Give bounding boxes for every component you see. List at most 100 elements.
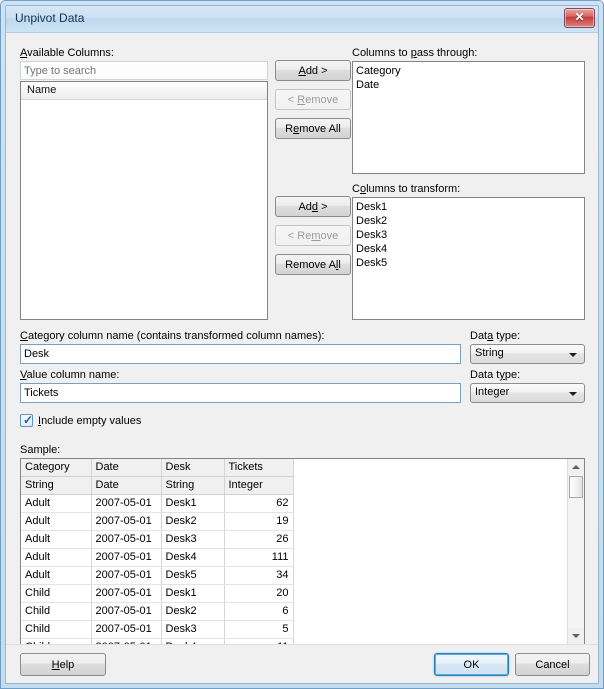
close-button[interactable]: ✕ [564,8,595,28]
table-cell: 5 [224,620,294,639]
table-row[interactable]: Child 2007-05-01 Desk1 20 [21,584,294,603]
window-title: Unpivot Data [15,11,85,25]
table-row[interactable]: Adult 2007-05-01 Desk1 62 [21,494,294,513]
remove-transform-button[interactable]: < Remove [275,225,351,246]
table-cell: 26 [224,530,294,549]
table-cell: Desk4 [161,548,225,567]
dialog-window: Unpivot Data ✕ Available Columns: Name A… [0,0,604,689]
category-datatype-label: Data type: [470,330,521,342]
available-columns-column-header: Name [21,82,267,100]
table-cell: Category [21,459,92,477]
list-item[interactable]: Desk2 [353,214,584,228]
value-datatype-value: Integer [475,386,510,398]
sample-table-body: Category Date Desk Tickets String Date String I… [21,459,294,644]
transform-list[interactable]: Desk1 Desk2 Desk3 Desk4 Desk5 [352,197,585,320]
transform-label: Columns to transform: [352,183,461,195]
table-cell: Adult [21,530,92,549]
table-cell: Desk1 [161,494,225,513]
table-cell: Date [91,476,162,495]
scroll-thumb[interactable] [569,476,583,498]
remove-pass-through-label: < Remove [287,93,339,106]
category-datatype-value: String [475,347,504,359]
available-columns-list[interactable]: Name [20,81,268,320]
table-cell: Adult [21,548,92,567]
table-cell: 2007-05-01 [91,566,162,585]
category-column-label: Category column name (contains transform… [20,330,325,342]
table-row[interactable]: Adult 2007-05-01 Desk2 19 [21,512,294,531]
pass-through-list[interactable]: Category Date [352,61,585,174]
table-row[interactable]: Child 2007-05-01 Desk3 5 [21,620,294,639]
dialog-body: Available Columns: Name Add > < Remove R… [6,33,598,683]
pass-through-items: Category Date [353,62,584,92]
close-icon: ✕ [574,10,585,24]
table-header-row[interactable]: Category Date Desk Tickets [21,459,294,477]
chevron-down-icon [569,392,577,396]
include-empty-values-label: Include empty values [38,414,142,427]
table-cell: Desk2 [161,512,225,531]
list-item[interactable]: Category [353,64,584,78]
ok-button[interactable]: OK [434,653,509,676]
table-cell: 20 [224,584,294,603]
table-cell: Desk2 [161,602,225,621]
table-row[interactable]: Child 2007-05-01 Desk2 6 [21,602,294,621]
table-row[interactable]: Adult 2007-05-01 Desk5 34 [21,566,294,585]
table-cell: Child [21,602,92,621]
remove-all-pass-through-label: Remove All [285,122,341,135]
table-cell: Adult [21,566,92,585]
value-column-input[interactable] [20,383,461,403]
check-icon: ✓ [23,413,34,427]
list-item[interactable]: Date [353,78,584,92]
sample-label: Sample: [20,444,61,456]
table-row[interactable]: Adult 2007-05-01 Desk4 111 [21,548,294,567]
table-cell: Desk3 [161,620,225,639]
add-pass-through-button[interactable]: Add > [275,60,351,81]
table-cell: 6 [224,602,294,621]
remove-pass-through-button[interactable]: < Remove [275,89,351,110]
available-columns-label: Available Columns: [20,47,114,59]
table-cell: Child [21,584,92,603]
list-item[interactable]: Desk4 [353,242,584,256]
caret-down-icon [572,634,580,638]
table-cell: 19 [224,512,294,531]
table-cell: String [21,476,92,495]
help-label: Help [51,658,75,671]
help-button[interactable]: Help [20,653,106,676]
table-cell: 2007-05-01 [91,584,162,603]
table-cell: 2007-05-01 [91,620,162,639]
category-datatype-select[interactable]: String [470,344,585,364]
list-item[interactable]: Desk5 [353,256,584,270]
category-column-input[interactable] [20,344,461,364]
table-cell: 2007-05-01 [91,512,162,531]
add-transform-button[interactable]: Add > [275,196,351,217]
window-inner: Unpivot Data ✕ Available Columns: Name A… [5,5,599,684]
scroll-up-button[interactable] [568,459,584,475]
table-cell: Adult [21,494,92,513]
remove-all-pass-through-button[interactable]: Remove All [275,118,351,139]
table-cell: String [161,476,225,495]
list-item[interactable]: Desk3 [353,228,584,242]
include-empty-values-checkbox[interactable]: ✓ Include empty values [20,413,142,427]
table-cell: Desk3 [161,530,225,549]
add-pass-through-label: Add > [298,64,328,77]
add-transform-label: Add > [298,200,328,213]
cancel-button[interactable]: Cancel [515,653,590,676]
list-item[interactable]: Desk1 [353,200,584,214]
remove-all-transform-button[interactable]: Remove All [275,254,351,275]
value-datatype-select[interactable]: Integer [470,383,585,403]
sample-table: Category Date Desk Tickets String Date String I… [21,459,294,644]
remove-all-transform-label: Remove All [285,258,341,271]
table-cell: Child [21,620,92,639]
cancel-label: Cancel [535,658,570,671]
sample-grid[interactable]: Category Date Desk Tickets String Date String I… [20,458,585,645]
search-input[interactable] [20,61,268,80]
pass-through-label: Columns to pass through: [352,47,478,59]
table-row[interactable]: Adult 2007-05-01 Desk3 26 [21,530,294,549]
table-cell: 111 [224,548,294,567]
table-types-row[interactable]: String Date String Integer [21,476,294,495]
caret-up-icon [572,465,580,469]
table-cell: Adult [21,512,92,531]
chevron-down-icon [569,353,577,357]
dialog-footer: Help OK Cancel [6,644,598,683]
sample-vertical-scrollbar[interactable] [567,459,584,644]
scroll-down-button[interactable] [568,628,584,644]
